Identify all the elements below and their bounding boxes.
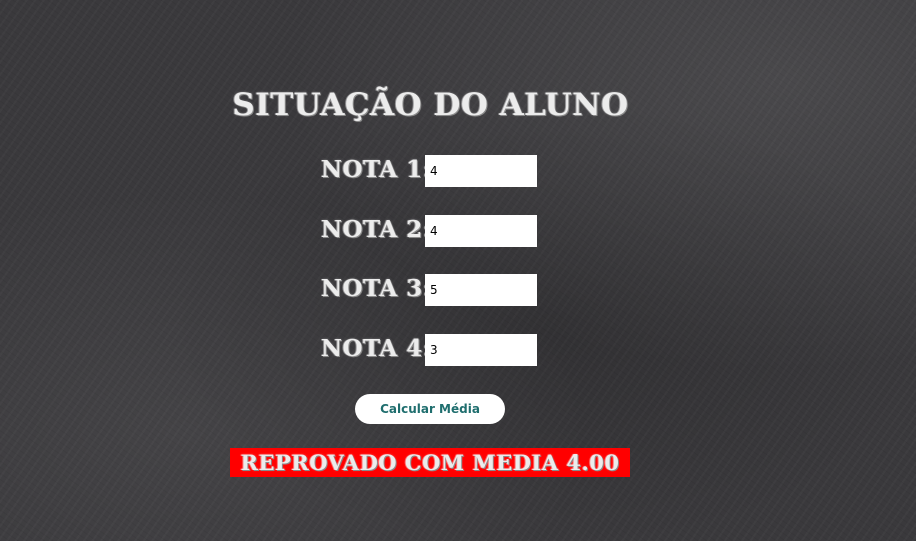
nota-3-label: NOTA 3: (321, 275, 432, 302)
nota-4-label: NOTA 4: (321, 335, 432, 362)
result-banner: REPROVADO COM MEDIA 4.00 (230, 448, 630, 477)
calcular-media-button[interactable]: Calcular Média (355, 394, 505, 424)
nota-2-input[interactable] (425, 215, 537, 247)
nota-4-input[interactable] (425, 334, 537, 366)
nota-1-label: NOTA 1: (321, 156, 432, 183)
page-title: SITUAÇÃO DO ALUNO (232, 87, 629, 123)
nota-1-input[interactable] (425, 155, 537, 187)
nota-3-input[interactable] (425, 274, 537, 306)
nota-2-label: NOTA 2: (321, 216, 432, 243)
